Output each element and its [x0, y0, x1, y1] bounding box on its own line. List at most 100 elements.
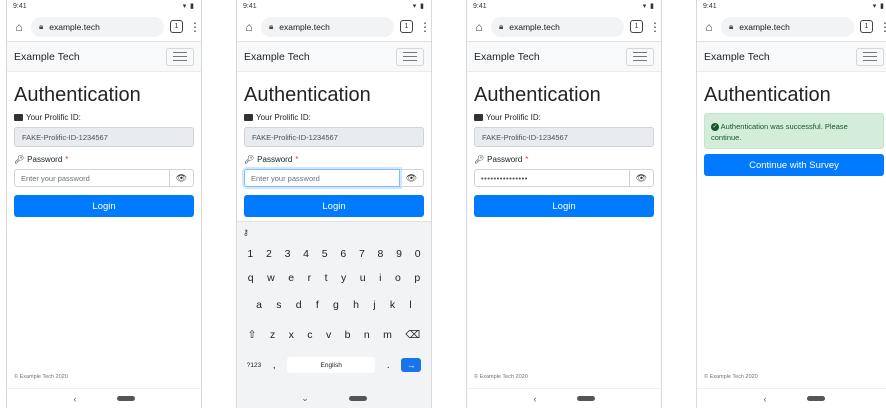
backspace-icon[interactable]: ⌫: [405, 329, 420, 341]
tab-switcher-button[interactable]: 1: [170, 20, 183, 33]
tab-switcher-button[interactable]: 1: [400, 20, 413, 33]
keyboard-key[interactable]: g: [333, 299, 339, 311]
keyboard-key[interactable]: 5: [322, 248, 328, 260]
home-icon[interactable]: ⌂: [243, 20, 255, 34]
keyboard-key[interactable]: 1: [247, 248, 253, 260]
keyboard-key[interactable]: x: [289, 329, 294, 341]
comma-key[interactable]: ,: [273, 359, 276, 371]
keyboard-key[interactable]: e: [288, 272, 294, 284]
login-button[interactable]: Login: [244, 195, 424, 217]
key-icon[interactable]: ⚷: [243, 228, 249, 237]
home-icon[interactable]: ⌂: [473, 20, 485, 34]
keyboard-key[interactable]: k: [390, 299, 395, 311]
hide-keyboard-chevron-icon[interactable]: ⌄: [301, 393, 309, 404]
hamburger-menu-button[interactable]: [396, 47, 424, 66]
back-chevron-icon[interactable]: ‹: [764, 394, 767, 404]
password-input[interactable]: •••••••••••••••: [474, 169, 630, 187]
keyboard-key[interactable]: f: [316, 299, 319, 311]
show-password-eye-icon[interactable]: 👁︎: [400, 169, 424, 187]
brand-link[interactable]: Example Tech: [704, 51, 770, 63]
keyboard-key[interactable]: 2: [266, 248, 272, 260]
keyboard-key[interactable]: l: [409, 299, 411, 311]
keyboard-key[interactable]: 7: [359, 248, 365, 260]
keyboard-key[interactable]: v: [326, 329, 331, 341]
keyboard-key[interactable]: u: [360, 272, 366, 284]
keyboard-key[interactable]: o: [395, 272, 401, 284]
address-bar[interactable]: 🔒︎ example.tech: [31, 16, 164, 37]
keyboard-key[interactable]: t: [325, 272, 328, 284]
login-button[interactable]: Login: [474, 195, 654, 217]
space-key[interactable]: English: [287, 357, 376, 373]
hamburger-menu-button[interactable]: [626, 47, 654, 66]
home-pill-icon[interactable]: [348, 395, 367, 401]
brand-link[interactable]: Example Tech: [474, 51, 540, 63]
keyboard-key[interactable]: 9: [396, 248, 402, 260]
lock-icon: 🔒︎: [499, 21, 504, 31]
keyboard-key[interactable]: q: [248, 272, 254, 284]
page-title: Authentication: [244, 84, 371, 106]
home-icon[interactable]: ⌂: [703, 20, 715, 34]
tab-switcher-button[interactable]: 1: [630, 20, 643, 33]
wifi-battery-icon: ▾ ▮: [182, 3, 195, 10]
keyboard-key[interactable]: a: [256, 299, 262, 311]
keyboard-key[interactable]: b: [345, 329, 351, 341]
keyboard-key[interactable]: 8: [378, 248, 384, 260]
keyboard-key[interactable]: j: [373, 299, 375, 311]
keyboard-key[interactable]: 3: [285, 248, 291, 260]
home-pill-icon[interactable]: [576, 396, 595, 401]
menu-icon[interactable]: ⋮: [649, 20, 661, 34]
keyboard-key[interactable]: 0: [415, 248, 421, 260]
shift-icon[interactable]: ⇧: [248, 329, 257, 341]
menu-icon[interactable]: ⋮: [879, 20, 886, 34]
address-bar[interactable]: 🔒︎ example.tech: [491, 16, 624, 37]
home-icon[interactable]: ⌂: [13, 20, 25, 34]
password-input[interactable]: Enter your password: [14, 169, 170, 187]
tab-switcher-button[interactable]: 1: [860, 20, 873, 33]
keyboard-key[interactable]: s: [276, 299, 281, 311]
password-input[interactable]: Enter your password: [244, 169, 400, 187]
keyboard-key[interactable]: y: [341, 272, 346, 284]
page-title: Authentication: [474, 84, 601, 106]
login-button[interactable]: Login: [14, 195, 194, 217]
keyboard-key[interactable]: 6: [340, 248, 346, 260]
keyboard-toolbar: ⚷: [237, 222, 431, 242]
back-chevron-icon[interactable]: ‹: [74, 394, 77, 404]
prolific-id-label-text: Your Prolific ID:: [486, 113, 541, 122]
symbols-key[interactable]: ?123: [247, 362, 261, 369]
keyboard-number-row: 1234567890: [237, 242, 431, 266]
keyboard-key[interactable]: r: [308, 272, 312, 284]
keyboard-key[interactable]: w: [267, 272, 275, 284]
keyboard-key[interactable]: h: [353, 299, 359, 311]
status-bar: 9:41 ▾ ▮: [237, 0, 431, 12]
keyboard-key[interactable]: n: [364, 329, 370, 341]
home-pill-icon[interactable]: [806, 396, 825, 401]
hamburger-menu-button[interactable]: [166, 47, 194, 66]
keyboard-key[interactable]: 4: [303, 248, 309, 260]
enter-arrow-icon[interactable]: →: [401, 358, 422, 372]
site-navbar: Example Tech: [467, 42, 661, 72]
home-pill-icon[interactable]: [116, 396, 135, 401]
brand-link[interactable]: Example Tech: [14, 51, 80, 63]
menu-icon[interactable]: ⋮: [189, 20, 201, 34]
password-label: 🔑︎ Password *: [14, 155, 194, 164]
prolific-id-field: FAKE-Prolific-ID-1234567: [244, 127, 424, 147]
address-bar[interactable]: 🔒︎ example.tech: [261, 16, 394, 37]
site-navbar: Example Tech: [7, 42, 201, 72]
menu-icon[interactable]: ⋮: [419, 20, 431, 34]
keyboard-key[interactable]: i: [379, 272, 381, 284]
status-time: 9:41: [243, 2, 257, 10]
hamburger-menu-button[interactable]: [856, 47, 884, 66]
address-bar[interactable]: 🔒︎ example.tech: [721, 16, 854, 37]
keyboard-key[interactable]: c: [307, 329, 312, 341]
system-nav-bar: ‹: [697, 388, 886, 408]
back-chevron-icon[interactable]: ‹: [534, 394, 537, 404]
keyboard-key[interactable]: m: [383, 329, 392, 341]
keyboard-key[interactable]: p: [414, 272, 420, 284]
period-key[interactable]: .: [387, 359, 390, 371]
keyboard-key[interactable]: d: [296, 299, 302, 311]
keyboard-key[interactable]: z: [270, 329, 275, 341]
brand-link[interactable]: Example Tech: [244, 51, 310, 63]
continue-survey-button[interactable]: Continue with Survey: [704, 154, 884, 176]
show-password-eye-icon[interactable]: 👁︎: [170, 169, 194, 187]
show-password-eye-icon[interactable]: 👁︎: [630, 169, 654, 187]
